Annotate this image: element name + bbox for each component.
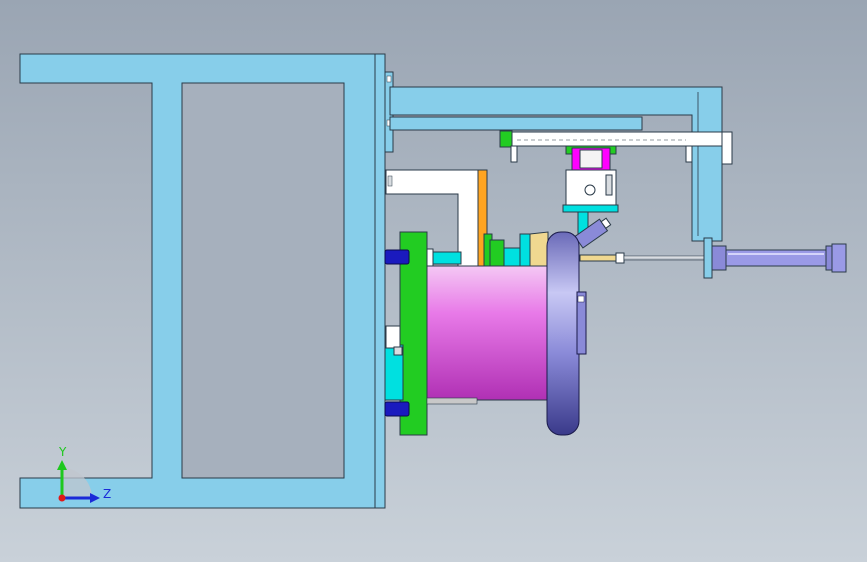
triad-origin (58, 494, 66, 502)
rail-support-left (510, 145, 518, 163)
cyan-bolt-head (426, 248, 434, 268)
triad-arc (62, 468, 92, 498)
drum-lower-band (426, 397, 478, 405)
rail-support-right (685, 145, 693, 163)
taper-adapter[interactable] (529, 231, 549, 271)
triad-y-arrow (57, 460, 67, 470)
lower-bracket-tab (393, 346, 403, 356)
gripper-base-cyan[interactable] (562, 204, 619, 213)
cad-viewport[interactable]: Y Z (0, 0, 867, 562)
rail-end-block-right (721, 131, 733, 165)
linear-rail[interactable] (501, 131, 731, 147)
dark-blue-pin-top[interactable] (384, 249, 410, 265)
frame-window (181, 82, 345, 479)
push-rod-tip[interactable] (579, 254, 621, 262)
push-rod[interactable] (623, 255, 705, 261)
gripper-mount-slot (605, 174, 613, 196)
gripper-motor-face (579, 149, 603, 169)
gripper-pivot-hole (584, 184, 596, 196)
upper-arm-bolt-1 (386, 75, 392, 83)
triad-z-label: Z (103, 487, 111, 501)
triad-y-label: Y (58, 445, 67, 459)
coordinate-triad: Y Z (57, 445, 111, 503)
flange-disk[interactable] (546, 231, 580, 436)
green-gear-2[interactable] (489, 239, 505, 267)
upper-arm-beam[interactable] (389, 86, 723, 242)
rail-end-block-left (499, 130, 513, 148)
cylinder-mount-bracket[interactable] (703, 237, 713, 279)
dark-blue-pin-bottom[interactable] (384, 401, 410, 417)
l-bracket-bolt (387, 175, 393, 187)
flange-hub-key (577, 295, 585, 303)
air-cylinder-body[interactable] (725, 249, 827, 267)
drum-cylinder[interactable] (426, 265, 553, 401)
push-rod-nut (615, 252, 625, 264)
cyan-coupling-flange[interactable] (519, 233, 531, 269)
cylinder-end-cap (831, 243, 847, 273)
lower-bracket-white (385, 325, 401, 349)
assembly-drawing[interactable]: Y Z (0, 0, 867, 562)
cylinder-rear-cap (711, 245, 727, 271)
upper-arm-lower-rail[interactable] (389, 116, 643, 131)
